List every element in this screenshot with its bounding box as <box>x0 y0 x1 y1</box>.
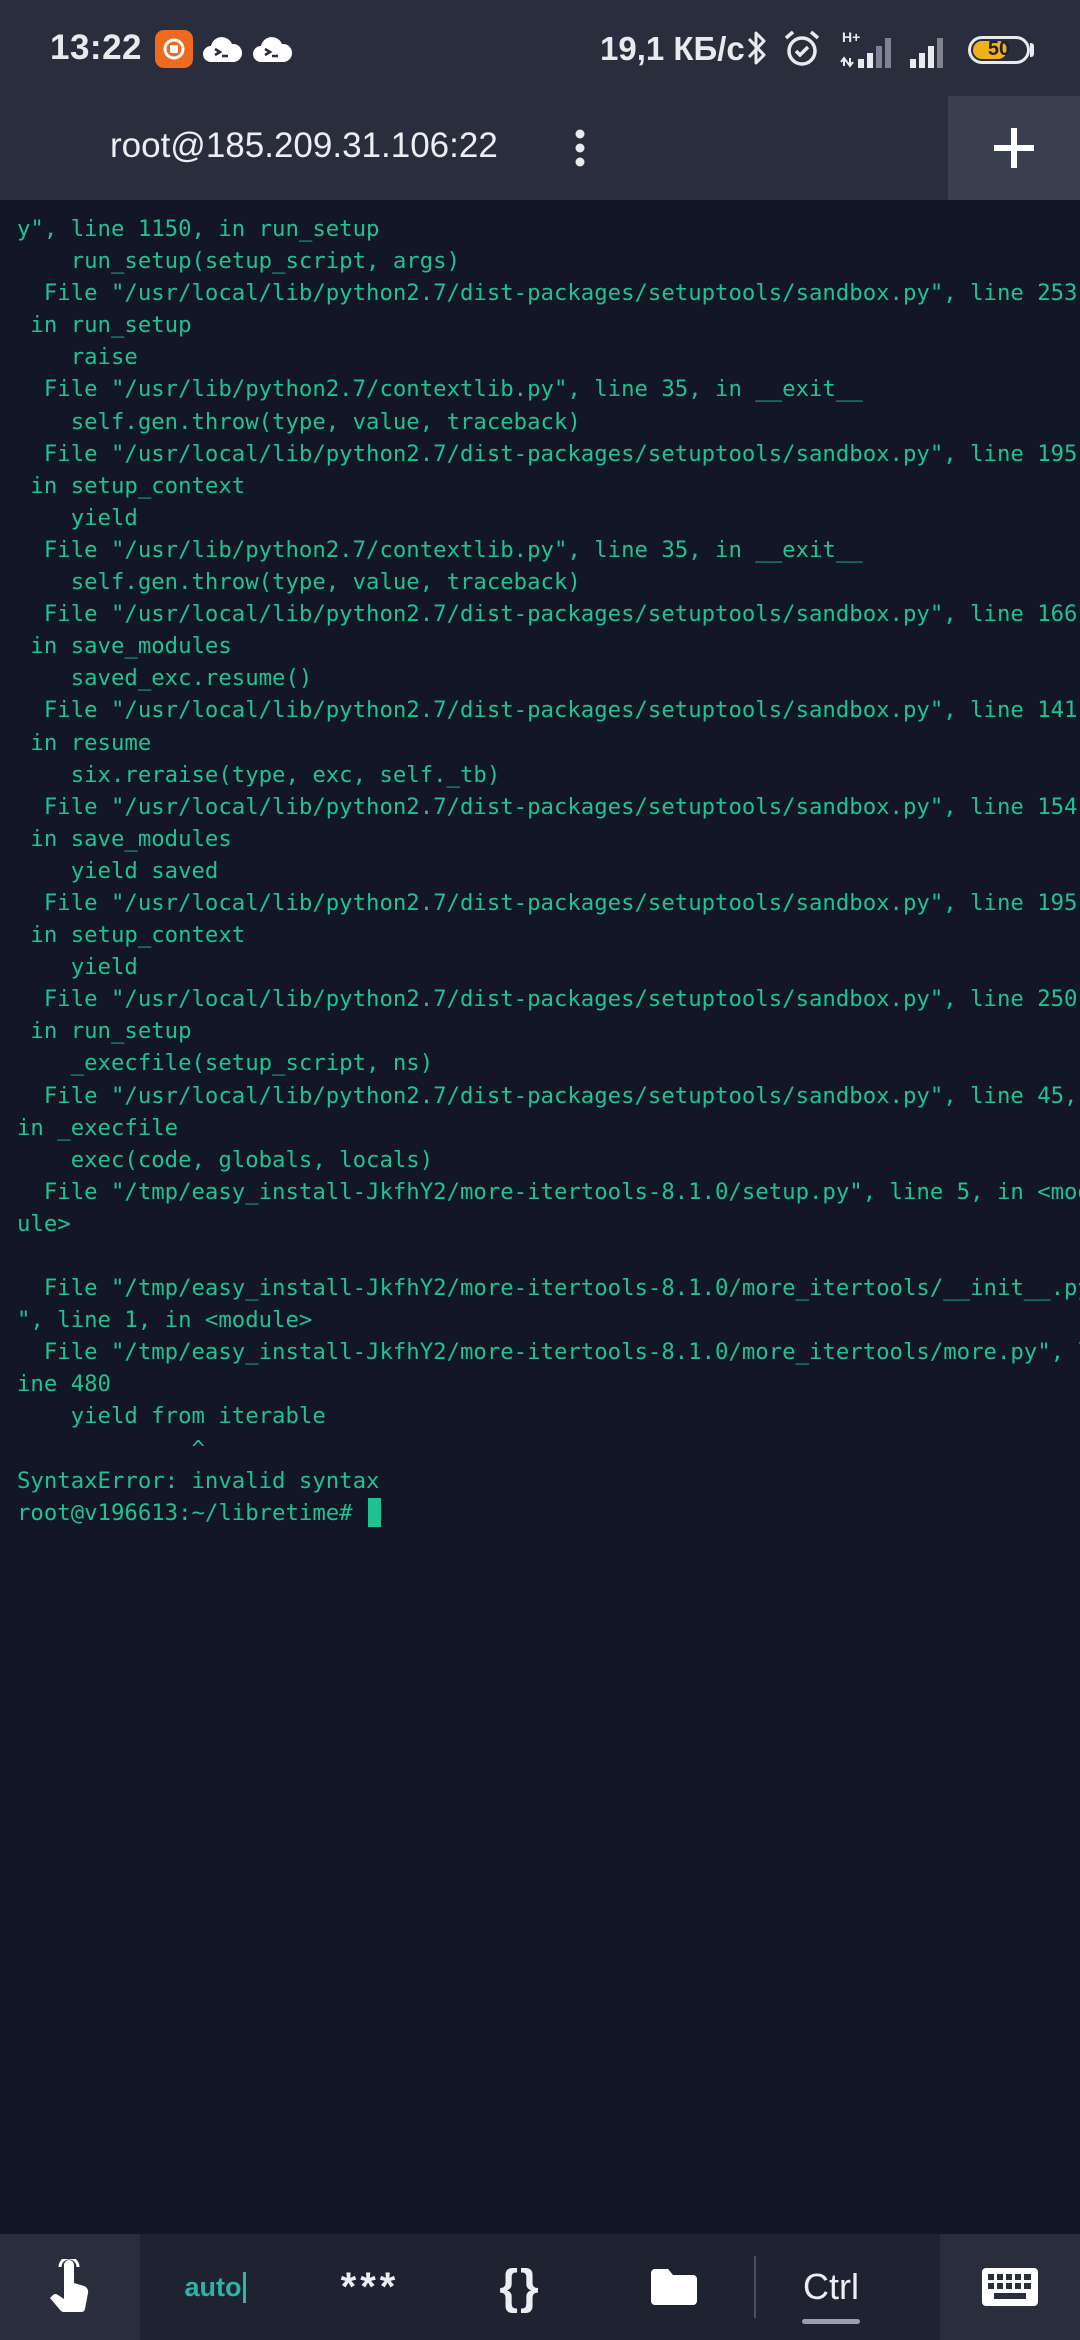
terminal-line: in setup_context <box>17 922 246 949</box>
terminal-line: _execfile(setup_script, ns) <box>17 1050 434 1077</box>
sftp-folder-button[interactable] <box>624 2234 724 2340</box>
terminal-line: File "/usr/local/lib/python2.7/dist-pack… <box>17 986 1080 1013</box>
terminal-line: File "/usr/local/lib/python2.7/dist-pack… <box>17 889 1080 916</box>
terminal-line: in resume <box>17 729 152 756</box>
terminal-line: ine 480 <box>17 1371 111 1398</box>
terminal-line: File "/usr/local/lib/python2.7/dist-pack… <box>17 280 1080 307</box>
password-label: *** <box>340 2264 400 2309</box>
terminal-line: in run_setup <box>17 1018 192 1045</box>
terminal-line: File "/tmp/easy_install-JkfhY2/more-iter… <box>17 1339 1080 1366</box>
terminal-prompt-row[interactable]: root@v196613:~/libretime# <box>17 1497 1067 1529</box>
ctrl-active-indicator <box>802 2319 860 2324</box>
terminal-line: File "/usr/local/lib/python2.7/dist-pack… <box>17 440 1080 467</box>
terminal-line: in run_setup <box>17 312 192 339</box>
terminal-line: File "/usr/lib/python2.7/contextlib.py",… <box>17 376 863 403</box>
battery-level: 50 <box>987 38 1011 60</box>
touch-mode-button[interactable] <box>0 2234 140 2340</box>
toolbar-divider <box>754 2256 756 2318</box>
battery-indicator: 50 <box>968 36 1030 64</box>
password-button[interactable]: *** <box>320 2234 420 2340</box>
session-title[interactable]: root@185.209.31.106:22 <box>110 126 498 166</box>
terminal-line: in save_modules <box>17 825 232 852</box>
bottom-toolbar: auto *** {} Ctrl <box>0 2234 1080 2340</box>
terminal-line: File "/tmp/easy_install-JkfhY2/more-iter… <box>17 1275 1080 1302</box>
plus-icon <box>994 128 1034 168</box>
auto-mode-button[interactable]: auto <box>170 2234 260 2340</box>
session-menu-button[interactable] <box>562 118 598 178</box>
status-bar: 13:22 19,1 КБ/с H+ 50 <box>0 0 1080 96</box>
terminal-line: run_setup(setup_script, args) <box>17 248 460 275</box>
terminal-line: six.reraise(type, exc, self._tb) <box>17 761 501 788</box>
ctrl-key-button[interactable]: Ctrl <box>774 2234 888 2340</box>
touch-hand-icon <box>50 2259 89 2313</box>
keyboard-toggle-button[interactable] <box>940 2234 1080 2340</box>
keyboard-icon <box>982 2268 1038 2306</box>
auto-mode-label: auto <box>185 2271 246 2303</box>
terminal-output[interactable]: y", line 1150, in run_setup run_setup(se… <box>0 200 1080 2234</box>
terminal-line: File "/usr/lib/python2.7/contextlib.py",… <box>17 536 863 563</box>
alarm-icon <box>782 28 822 75</box>
terminal-line: yield saved <box>17 857 219 884</box>
snippets-label: {} <box>499 2260 541 2314</box>
add-session-button[interactable] <box>948 96 1080 200</box>
terminal-line: ^ <box>17 1435 205 1462</box>
network-speed: 19,1 КБ/с <box>600 30 745 67</box>
terminal-line: ", line 1, in <module> <box>17 1307 313 1334</box>
terminal-line: self.gen.throw(type, value, traceback) <box>17 408 581 435</box>
cloud-terminal-icon <box>250 30 294 68</box>
terminal-line: yield from iterable <box>17 1403 326 1430</box>
session-title-bar: root@185.209.31.106:22 <box>0 96 1080 200</box>
bluetooth-icon <box>744 28 770 73</box>
svg-text:H+: H+ <box>842 29 860 45</box>
terminal-line: File "/tmp/easy_install-JkfhY2/more-iter… <box>17 1178 1080 1205</box>
status-time: 13:22 <box>50 28 143 67</box>
terminal-line: File "/usr/local/lib/python2.7/dist-pack… <box>17 793 1080 820</box>
terminal-line: exec(code, globals, locals) <box>17 1146 434 1173</box>
folder-icon <box>651 2269 697 2305</box>
terminal-line: in save_modules <box>17 633 232 660</box>
terminal-line: self.gen.throw(type, value, traceback) <box>17 569 581 596</box>
signal-icon <box>906 28 956 75</box>
terminal-line: raise <box>17 344 138 371</box>
ctrl-key-label: Ctrl <box>803 2266 859 2307</box>
snippets-button[interactable]: {} <box>470 2234 570 2340</box>
terminal-line: ule> <box>17 1210 71 1237</box>
terminal-line: File "/usr/local/lib/python2.7/dist-pack… <box>17 697 1080 724</box>
terminal-cursor <box>368 1498 382 1528</box>
terminal-line: y", line 1150, in run_setup <box>17 216 380 242</box>
terminal-line: File "/usr/local/lib/python2.7/dist-pack… <box>17 1082 1078 1109</box>
battery-tip <box>1030 43 1034 57</box>
terminal-line: File "/usr/local/lib/python2.7/dist-pack… <box>17 601 1080 628</box>
terminal-line: in _execfile <box>17 1114 179 1141</box>
terminal-prompt: root@v196613:~/libretime# <box>17 1499 367 1526</box>
terminal-line: SyntaxError: invalid syntax <box>17 1467 380 1494</box>
terminal-line: yield <box>17 504 138 531</box>
signal-h-plus-icon: H+ <box>838 28 900 75</box>
terminal-lines: y", line 1150, in run_setup run_setup(se… <box>17 213 1080 1529</box>
vertical-dots-icon <box>575 129 585 167</box>
terminal-line: yield <box>17 954 138 981</box>
terminal-line: saved_exc.resume() <box>17 665 313 692</box>
terminal-line: in setup_context <box>17 472 246 499</box>
mi-app-icon <box>155 30 193 68</box>
cloud-terminal-icon <box>200 30 244 68</box>
